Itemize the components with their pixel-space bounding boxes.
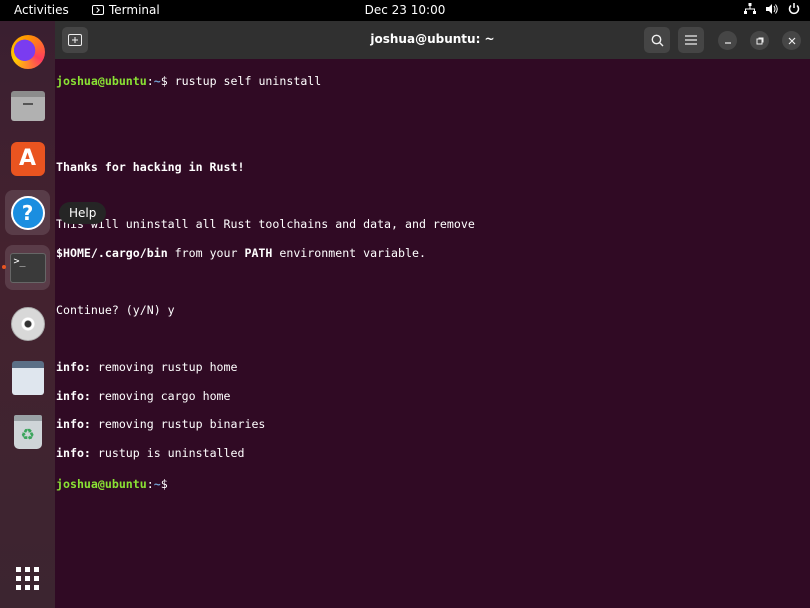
info-line: info: removing rustup home — [56, 360, 238, 375]
dock-help[interactable]: ? — [5, 190, 50, 235]
window-title: joshua@ubuntu: ~ — [370, 32, 495, 46]
terminal-cursor — [175, 475, 182, 488]
search-icon — [651, 34, 663, 46]
app-menu-label: Terminal — [109, 3, 160, 17]
disc-icon — [10, 306, 45, 341]
prompt-path: ~ — [153, 74, 161, 89]
prompt-user: joshua@ubuntu — [56, 74, 147, 89]
prompt-line: joshua@ubuntu:~$ — [56, 475, 800, 491]
show-apps-button[interactable] — [5, 556, 50, 601]
trash-icon: ♻ — [13, 414, 42, 449]
path-var: PATH — [244, 245, 273, 260]
new-tab-icon — [68, 34, 82, 46]
info-line: info: removing cargo home — [56, 388, 231, 403]
dock-firefox[interactable] — [5, 29, 50, 74]
search-button[interactable] — [644, 27, 670, 53]
new-tab-button[interactable] — [62, 27, 88, 53]
text-editor-icon — [11, 360, 44, 395]
dock-app-center[interactable]: A — [5, 136, 50, 181]
firefox-icon — [10, 34, 45, 69]
command-line: joshua@ubuntu:~$ rustup self uninstall — [56, 74, 800, 88]
info-line: info: rustup is uninstalled — [56, 446, 245, 461]
terminal-window: joshua@ubuntu: ~ joshua@ubuntu:~$ rustup… — [55, 21, 810, 608]
prompt-path: ~ — [153, 476, 161, 491]
hamburger-icon — [685, 35, 697, 45]
system-tray[interactable] — [744, 3, 800, 15]
minimize-icon — [724, 41, 731, 44]
network-icon — [744, 3, 756, 14]
output-continue: Continue? (y/N) y — [56, 303, 175, 318]
restore-button[interactable] — [750, 31, 769, 50]
info-line: info: removing rustup binaries — [56, 417, 266, 432]
prompt-user: joshua@ubuntu — [56, 476, 147, 491]
terminal-scrollbar[interactable] — [804, 61, 807, 605]
output-warning-1: This will uninstall all Rust toolchains … — [56, 217, 475, 232]
terminal-icon: >_ — [9, 252, 46, 283]
power-icon — [788, 3, 800, 15]
clock[interactable]: Dec 23 10:00 — [365, 3, 446, 17]
header-bar: joshua@ubuntu: ~ — [55, 21, 810, 59]
dock-terminal[interactable]: >_ — [5, 245, 50, 290]
app-menu[interactable]: Terminal — [92, 3, 160, 17]
files-icon — [10, 90, 45, 121]
dock-disc[interactable] — [5, 301, 50, 346]
dock-tooltip: Help — [59, 202, 107, 224]
restore-icon — [756, 37, 763, 44]
prompt-symbol: $ — [160, 74, 175, 89]
prompt-separator: : — [146, 74, 154, 89]
terminal-small-icon — [92, 5, 104, 15]
app-center-icon: A — [10, 141, 45, 176]
dock-text-editor[interactable] — [5, 355, 50, 400]
menu-button[interactable] — [678, 27, 704, 53]
minimize-button[interactable] — [718, 31, 737, 50]
cargo-bin-path: $HOME/.cargo/bin — [56, 245, 168, 260]
dock: A ? >_ ♻ — [0, 21, 55, 608]
top-bar: Activities Terminal Dec 23 10:00 — [0, 0, 810, 21]
help-icon: ? — [10, 195, 45, 230]
activities-button[interactable]: Activities — [14, 3, 69, 17]
dock-trash[interactable]: ♻ — [5, 409, 50, 454]
close-button[interactable] — [782, 31, 801, 50]
apps-grid-icon — [16, 567, 39, 590]
volume-icon — [766, 4, 778, 14]
running-indicator — [2, 265, 6, 269]
terminal-output[interactable]: joshua@ubuntu:~$ rustup self uninstall T… — [55, 59, 800, 608]
output-warning-2: $HOME/.cargo/bin from your PATH environm… — [56, 245, 426, 260]
close-icon — [788, 37, 795, 44]
command-text: rustup self uninstall — [174, 74, 322, 89]
output-thanks: Thanks for hacking in Rust! — [56, 160, 245, 175]
dock-files[interactable] — [5, 83, 50, 128]
